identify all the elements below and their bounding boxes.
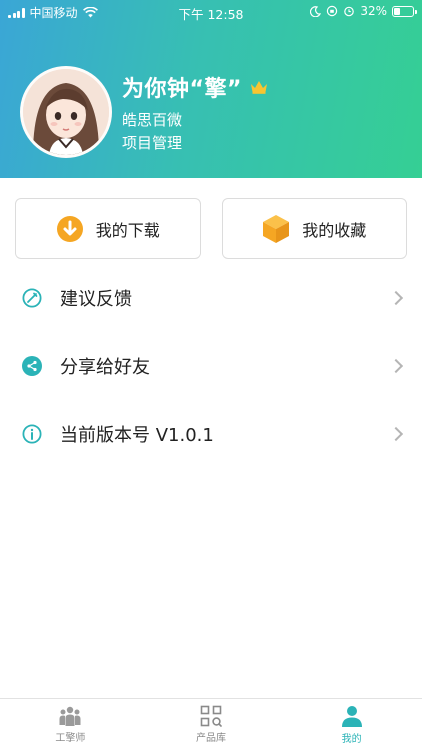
- menu-item-label: 建议反馈: [60, 289, 132, 310]
- profile-header: 中国移动 下午 12:58 32% 为你钟“擎” 皓思百微 项目管理: [0, 0, 422, 178]
- chevron-right-icon: [388, 426, 404, 442]
- chevron-right-icon: [388, 358, 404, 374]
- menu-item-share[interactable]: 分享给好友: [0, 332, 422, 400]
- tab-label: 我的: [341, 734, 362, 745]
- my-favorites-button[interactable]: 我的收藏: [221, 198, 407, 259]
- my-favorites-label: 我的收藏: [302, 220, 367, 240]
- bottom-tab-bar: 工擎师 产品库 我的: [0, 698, 422, 750]
- alarm-icon: [344, 6, 355, 17]
- box-icon: [263, 214, 290, 243]
- profile-company: 皓思百微: [122, 111, 183, 129]
- quick-actions: 我的下载 我的收藏: [15, 198, 407, 259]
- moon-icon: [310, 5, 322, 17]
- menu-item-label: 当前版本号 V1.0.1: [60, 425, 214, 446]
- user-icon: [341, 706, 362, 727]
- download-icon: [56, 215, 83, 242]
- tab-products[interactable]: 产品库: [141, 699, 282, 750]
- profile-role: 项目管理: [122, 134, 183, 152]
- feedback-icon: [22, 288, 42, 308]
- avatar-illustration: [23, 69, 109, 155]
- menu-item-feedback[interactable]: 建议反馈: [0, 264, 422, 332]
- crown-icon: [250, 81, 267, 94]
- tab-me[interactable]: 我的: [281, 699, 422, 750]
- info-icon: [22, 424, 42, 444]
- my-downloads-button[interactable]: 我的下载: [15, 198, 201, 259]
- share-icon: [22, 356, 42, 376]
- status-bar: 中国移动 下午 12:58 32%: [0, 0, 422, 22]
- tab-label: 产品库: [196, 733, 226, 744]
- orientation-lock-icon: [327, 5, 338, 17]
- my-downloads-label: 我的下载: [95, 220, 160, 240]
- settings-menu: 建议反馈 分享给好友 当前版本号 V1.0.1: [0, 264, 422, 468]
- menu-item-version[interactable]: 当前版本号 V1.0.1: [0, 400, 422, 468]
- tab-label: 工擎师: [55, 733, 86, 744]
- tab-engineers[interactable]: 工擎师: [0, 699, 141, 750]
- profile-name: 为你钟“擎”: [122, 77, 242, 102]
- grid-search-icon: [200, 705, 222, 727]
- people-icon: [59, 706, 81, 726]
- avatar[interactable]: [20, 66, 112, 158]
- battery-percent: 32%: [360, 4, 387, 18]
- chevron-right-icon: [388, 290, 404, 306]
- battery-icon: [392, 5, 417, 17]
- menu-item-label: 分享给好友: [60, 357, 150, 378]
